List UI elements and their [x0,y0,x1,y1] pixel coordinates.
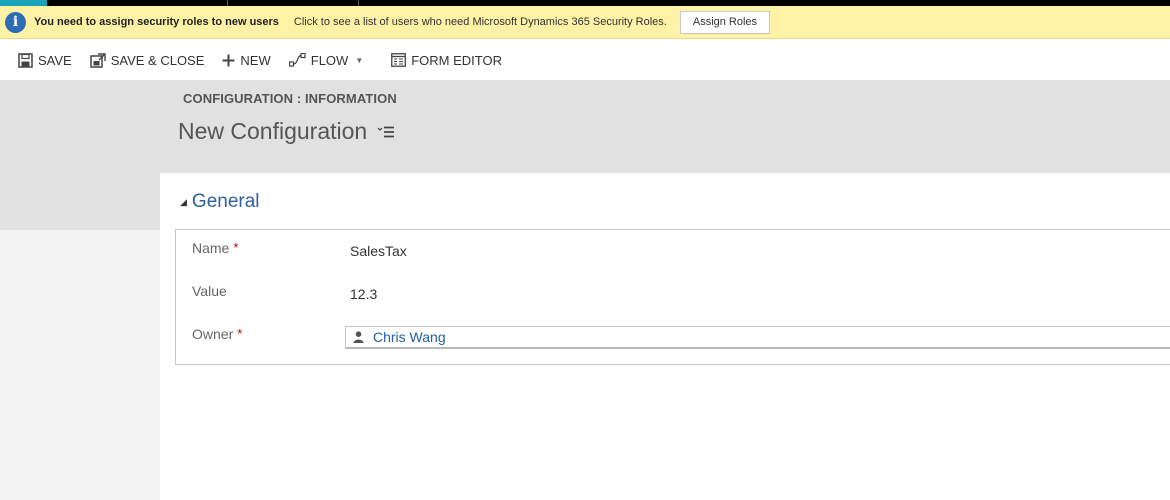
save-close-icon [89,52,106,68]
owner-field-label: Owner * [192,326,242,342]
save-close-label: SAVE & CLOSE [110,52,205,68]
record-name: New Configuration [178,118,368,144]
required-marker: * [237,326,243,341]
value-label: Value [192,283,227,299]
required-marker: * [233,240,239,255]
assign-roles-button[interactable]: Assign Roles [679,10,771,34]
value-field-label: Value [192,283,227,299]
record-title: New Configuration [178,118,395,145]
new-label: NEW [240,52,271,68]
flow-button[interactable]: FLOW ▼ [279,40,371,80]
record-menu-icon[interactable] [377,126,395,138]
new-button[interactable]: NEW [212,40,278,80]
notification-bar: i You need to assign security roles to n… [0,6,1170,39]
flow-label: FLOW [310,52,349,68]
name-field[interactable]: SalesTax [350,243,407,259]
section-title: General [191,191,260,212]
chevron-down-icon: ▼ [355,55,364,65]
name-label: Name [192,240,230,256]
form-editor-button[interactable]: FORM EDITOR [371,40,510,80]
general-section: Name * SalesTax Value 12.3 Owner * Chris W… [175,229,1170,365]
record-header [0,80,1170,173]
info-icon: i [5,11,26,33]
left-panel [0,230,160,500]
save-icon [18,52,33,68]
header-left-extension [0,173,160,230]
name-field-label: Name * [192,240,238,256]
value-field[interactable]: 12.3 [350,286,377,302]
section-general-header[interactable]: ◢ General [180,191,260,213]
command-bar: SAVE SAVE & CLOSE NEW FLOW ▼ FORM EDITOR [0,40,1170,80]
form-editor-label: FORM EDITOR [411,52,502,68]
notification-message: You need to assign security roles to new… [34,16,279,28]
plus-icon [222,54,235,67]
owner-label: Owner [192,326,234,342]
form-editor-icon [391,53,407,67]
owner-lookup-field[interactable]: Chris Wang [345,326,1170,349]
flow-icon [288,53,306,67]
save-label: SAVE [38,52,72,68]
owner-link[interactable]: Chris Wang [373,329,446,345]
save-close-button[interactable]: SAVE & CLOSE [80,40,213,80]
save-button[interactable]: SAVE [0,40,80,80]
user-icon [353,331,364,343]
entity-form-name: CONFIGURATION : INFORMATION [183,91,397,106]
notification-detail-link[interactable]: Click to see a list of users who need Mi… [294,16,667,28]
collapse-triangle-icon: ◢ [180,196,187,207]
